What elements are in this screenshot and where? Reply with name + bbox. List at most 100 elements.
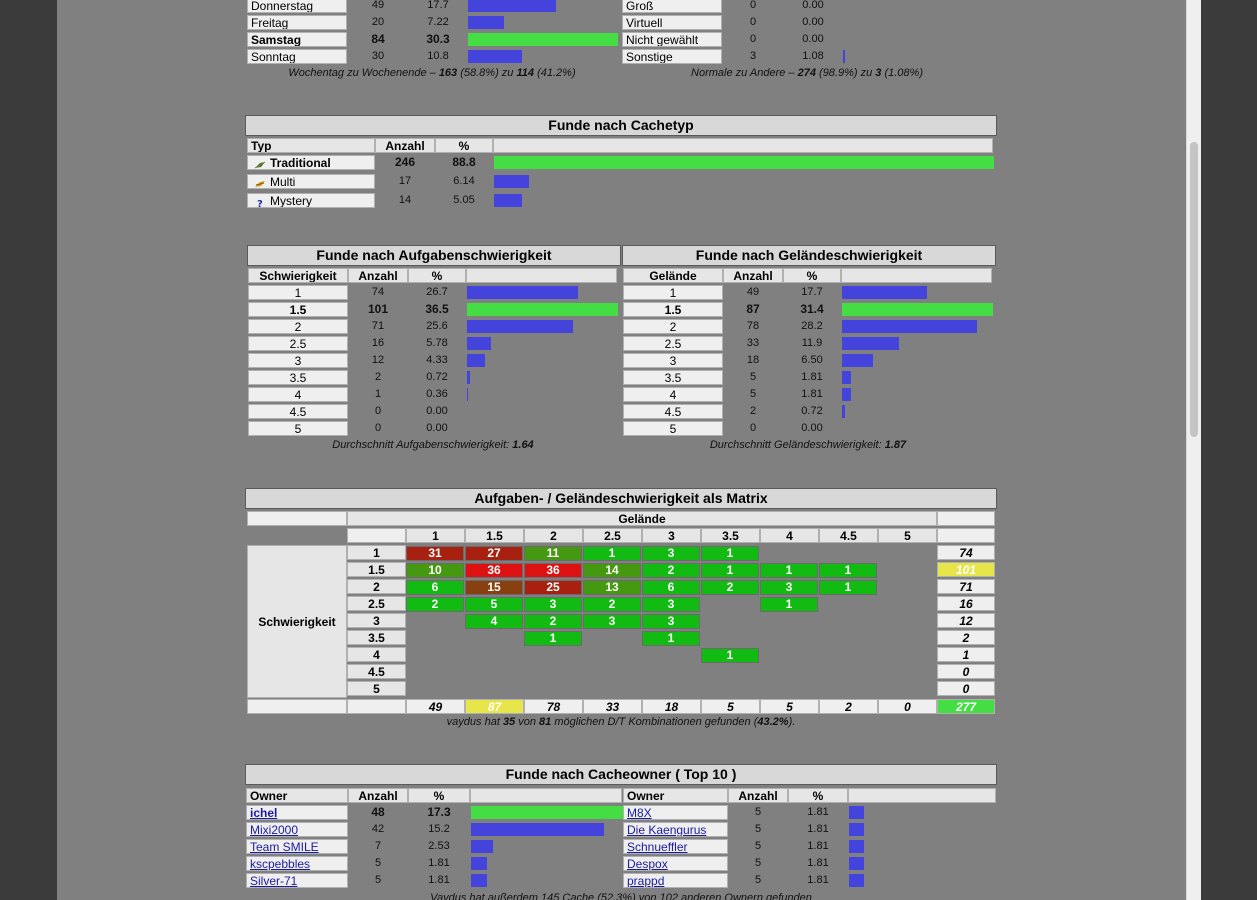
vertical-scrollbar[interactable] (1186, 0, 1201, 900)
owner-row-label-text[interactable]: Team SMILE (250, 840, 319, 853)
owner-row-count: 42 (371, 823, 385, 835)
container-footer-part: 274 (797, 67, 816, 79)
weekday-row-label: Sonntag (247, 49, 347, 64)
difficulty-row-bar (467, 337, 491, 350)
owners-right-header-0: Owner (623, 788, 728, 803)
matrix-total-corner-2 (347, 699, 406, 714)
owner-row-label[interactable]: ichel (246, 805, 348, 820)
statistics-page: Donnerstag 49 17.7 Freitag 20 7.22 Samstag 84 30… (57, 0, 1186, 900)
owners-left-header-1: Anzahl (348, 788, 408, 803)
terrain-row-count: 78 (746, 320, 760, 332)
owner-row-label-text[interactable]: Despox (627, 857, 668, 870)
cachetype-row-label-text: Multi (270, 175, 296, 189)
difficulty-row-count: 74 (371, 286, 385, 298)
weekday-row-percent: 17.7 (427, 0, 449, 11)
matrix-row-total: 101 (937, 562, 995, 577)
container-row-label-text: Sonstige (626, 50, 673, 64)
difficulty-row-count: 12 (371, 354, 385, 366)
matrix-cell: 36 (524, 563, 582, 578)
matrix-cell: 1 (701, 648, 759, 663)
difficulty-row-count: 0 (374, 405, 382, 417)
matrix-total-head-2 (937, 528, 995, 543)
owner-row-bar (849, 806, 864, 819)
matrix-cell: 15 (465, 580, 523, 595)
owner-row-label[interactable]: kscpebbles (246, 856, 348, 871)
terrain-header-0: Gelände (623, 268, 723, 283)
weekday-row-count: 30 (371, 50, 385, 62)
owner-row-label[interactable]: prappd (623, 873, 728, 888)
owner-row-percent: 17.3 (427, 805, 451, 819)
scrollbar-thumb[interactable] (1190, 142, 1198, 437)
matrix-col-head: 4 (760, 528, 819, 543)
terrain-row-percent: 1.81 (801, 388, 823, 400)
owner-row-label-text[interactable]: ichel (250, 806, 277, 819)
container-row-label-text: Virtuell (626, 16, 663, 30)
difficulty-row-percent: 0.72 (426, 371, 448, 383)
owner-row-label[interactable]: Schnueffler (623, 839, 728, 854)
terrain-header-1: Anzahl (723, 268, 783, 283)
owner-row-label-text[interactable]: kscpebbles (250, 857, 310, 870)
difficulty-row-percent: 0.36 (426, 388, 448, 400)
mystery-cache-icon: ? (254, 197, 266, 207)
owner-row-label-text[interactable]: prappd (627, 874, 664, 887)
difficulty-row-count: 0 (374, 422, 382, 434)
terrain-row-count: 2 (749, 405, 757, 417)
difficulty-footer-part: Durchschnitt Aufgabenschwierigkeit: (332, 439, 513, 451)
owner-row-label-text[interactable]: Die Kaengurus (627, 823, 706, 836)
owner-row-bar (849, 823, 864, 836)
difficulty-row-label: 4.5 (248, 404, 348, 419)
weekday-row-count: 20 (371, 16, 385, 28)
owner-row-label-text[interactable]: Silver-71 (250, 874, 297, 887)
container-row-label: Virtuell (622, 15, 722, 30)
owner-row-label-text[interactable]: M8X (627, 806, 652, 819)
matrix-row-head: 3.5 (347, 630, 406, 645)
cachetype-row-percent: 5.05 (453, 194, 475, 206)
matrix-footer-part: vaydus (446, 716, 482, 728)
owner-row-label-text[interactable]: Mixi2000 (250, 823, 298, 836)
terrain-row-label-text: 2 (669, 320, 677, 334)
owner-row-label[interactable]: Mixi2000 (246, 822, 348, 837)
owner-row-label[interactable]: Die Kaengurus (623, 822, 728, 837)
container-footer-part: (1.08%) (881, 67, 923, 79)
terrain-header-bar (841, 268, 992, 283)
owner-row-label[interactable]: M8X (623, 805, 728, 820)
owner-row-bar (471, 857, 487, 870)
weekday-row-label-text: Donnerstag (251, 0, 314, 13)
difficulty-row-label-text: 5 (294, 422, 302, 436)
owner-row-label[interactable]: Silver-71 (246, 873, 348, 888)
owner-row-label[interactable]: Team SMILE (246, 839, 348, 854)
owner-row-count: 7 (374, 840, 382, 852)
container-row-percent: 0.00 (802, 33, 824, 45)
owner-row-percent: 1.81 (807, 823, 829, 835)
matrix-col-total: 5 (760, 699, 819, 714)
difficulty-row-percent: 25.6 (426, 320, 448, 332)
matrix-cell: 4 (465, 614, 523, 629)
matrix-col-head: 2 (524, 528, 583, 543)
difficulty-row-percent: 26.7 (426, 286, 448, 298)
owner-row-bar (471, 823, 604, 836)
owner-row-count: 5 (754, 874, 762, 886)
weekday-row-label-text: Samstag (251, 33, 302, 47)
cachetype-row-percent: 6.14 (453, 175, 475, 187)
owner-row-label[interactable]: Despox (623, 856, 728, 871)
matrix-row-total: 16 (937, 596, 995, 611)
matrix-footer-part: 43.2% (757, 716, 789, 728)
owners-right-header-2: % (788, 788, 848, 803)
difficulty-row-percent: 0.00 (426, 405, 448, 417)
container-row-label: Sonstige (622, 49, 722, 64)
matrix-cell: 3 (642, 597, 700, 612)
container-row-percent: 0.00 (802, 16, 824, 28)
terrain-footer-part: Durchschnitt Geländeschwierigkeit: (709, 439, 885, 451)
owners-right-header-bar (848, 788, 996, 803)
weekday-row-bar (468, 16, 504, 29)
cachetype-row-label-text: Mystery (270, 194, 312, 208)
matrix-row-total: 1 (937, 647, 995, 662)
owner-row-label-text[interactable]: Schnueffler (627, 840, 688, 853)
cachetype-title: Funde nach Cachetyp (245, 115, 997, 136)
matrix-cell: 3 (524, 597, 582, 612)
terrain-row-percent: 0.72 (801, 405, 823, 417)
matrix-row-group: Schwierigkeit (247, 545, 347, 698)
owner-row-count: 5 (754, 840, 762, 852)
difficulty-row-label: 3 (248, 353, 348, 368)
terrain-row-percent: 31.4 (800, 302, 824, 316)
